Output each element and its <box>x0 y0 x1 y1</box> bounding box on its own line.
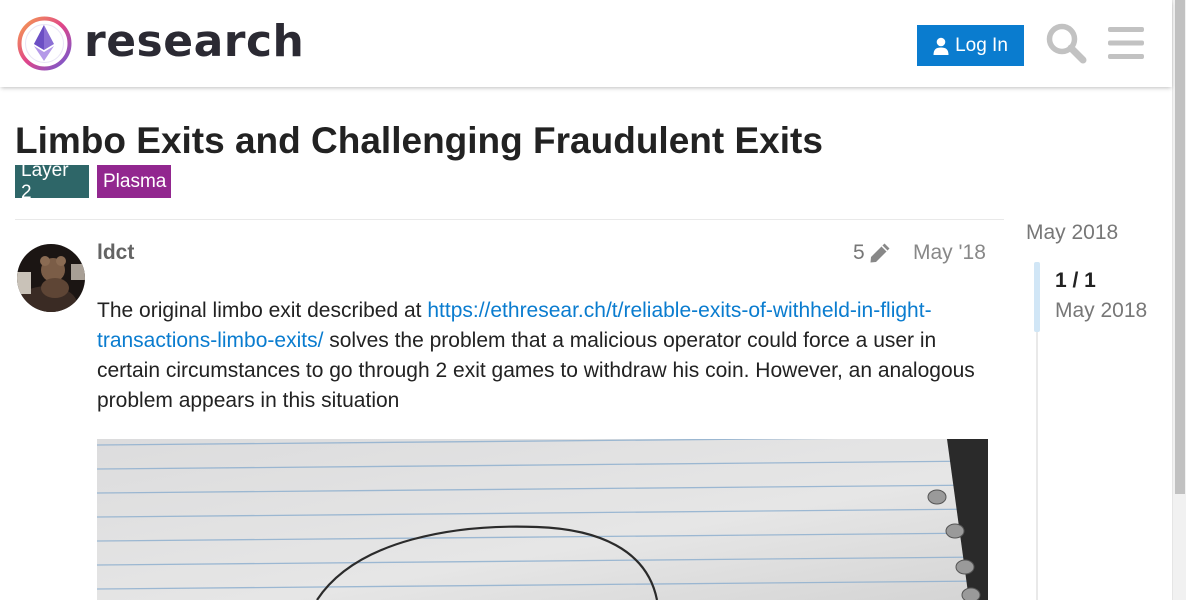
search-icon[interactable] <box>1045 22 1087 64</box>
timeline-start-date[interactable]: May 2018 <box>1026 221 1118 245</box>
user-icon <box>933 37 949 55</box>
post-body-prefix: The original limbo exit described at <box>97 299 428 322</box>
tag-plasma[interactable]: Plasma <box>97 165 171 198</box>
login-label: Log In <box>955 34 1008 56</box>
timeline-handle[interactable] <box>1034 262 1040 332</box>
edit-history[interactable]: 5 <box>853 241 891 265</box>
topic-title[interactable]: Limbo Exits and Challenging Fraudulent E… <box>15 120 823 162</box>
site-name[interactable]: research <box>84 16 304 67</box>
topic-divider <box>15 219 1004 220</box>
post-date[interactable]: May '18 <box>913 241 986 265</box>
hamburger-menu-icon[interactable] <box>1108 27 1144 59</box>
timeline-current-date: May 2018 <box>1055 299 1148 322</box>
tag-layer-2[interactable]: Layer 2 <box>15 160 89 203</box>
pencil-icon <box>870 243 890 263</box>
site-header: research Log In <box>0 0 1172 87</box>
login-button[interactable]: Log In <box>917 25 1024 66</box>
timeline-position: 1 / 1 <box>1055 269 1096 292</box>
page-scrollbar[interactable] <box>1172 0 1186 600</box>
user-avatar[interactable] <box>17 244 85 312</box>
scrollbar-thumb[interactable] <box>1175 0 1185 494</box>
site-logo[interactable] <box>16 15 73 72</box>
post-image[interactable] <box>97 439 988 600</box>
post-body: The original limbo exit described at htt… <box>97 296 992 416</box>
edit-count: 5 <box>853 241 865 264</box>
post-username[interactable]: ldct <box>97 241 134 265</box>
